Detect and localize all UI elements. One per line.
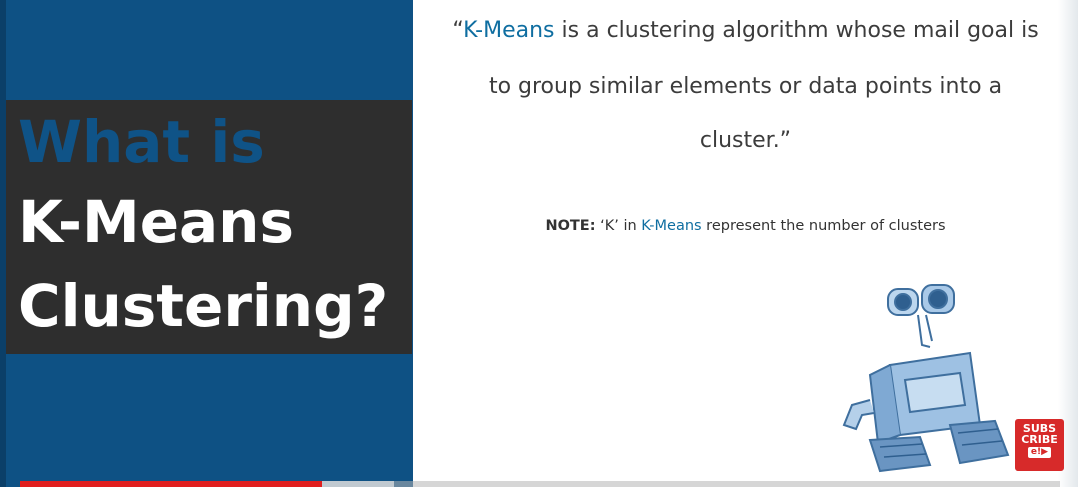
- subscribe-line-2: CRIBE: [1021, 433, 1058, 446]
- note-pre: ‘K’ in: [595, 218, 642, 234]
- play-icon: ▶: [1041, 447, 1049, 457]
- note-post: represent the number of clusters: [701, 218, 946, 234]
- title-what-is: What is: [18, 108, 265, 176]
- title-k-means: K-Means: [18, 188, 294, 256]
- subscribe-button[interactable]: SUBS CRIBE e!▶: [1015, 419, 1064, 471]
- quote-line-3: cluster.”: [699, 128, 792, 153]
- title-clustering: Clustering?: [18, 272, 389, 340]
- note-text: NOTE: ‘K’ in K-Means represent the numbe…: [413, 218, 1078, 234]
- note-term: K-Means: [641, 218, 702, 234]
- edureka-logo: e!▶: [1027, 447, 1052, 458]
- quote-line-1-rest: is a clustering algorithm whose mail goa…: [554, 18, 1039, 43]
- quote-line-1: “K-Means is a clustering algorithm whose…: [413, 18, 1078, 43]
- quote-open-mark: “: [452, 18, 464, 43]
- edureka-logo-text: e!: [1030, 447, 1042, 457]
- progress-buffered: [321, 481, 395, 487]
- video-frame[interactable]: What is K-Means Clustering? “K-Means is …: [0, 0, 1078, 487]
- video-progress-bar[interactable]: [20, 481, 1060, 487]
- progress-played: [20, 481, 322, 487]
- robot-illustration-icon: [842, 284, 1010, 473]
- quote-term: K-Means: [463, 18, 555, 43]
- quote-line-2: to group similar elements or data points…: [488, 74, 1003, 99]
- note-label: NOTE:: [545, 218, 596, 234]
